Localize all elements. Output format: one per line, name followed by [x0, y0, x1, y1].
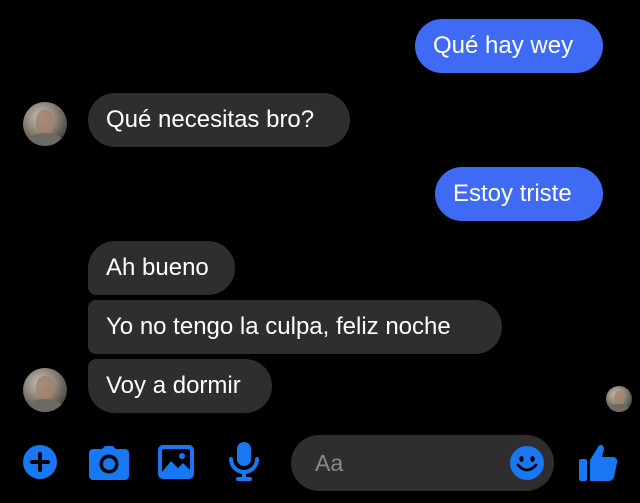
incoming-message[interactable]: Qué necesitas bro? [88, 93, 350, 147]
message-input[interactable]: Aa [291, 435, 554, 491]
thumbs-up-icon[interactable] [578, 442, 618, 482]
outgoing-message[interactable]: Qué hay wey [415, 19, 603, 73]
contact-avatar[interactable] [23, 368, 67, 412]
camera-icon[interactable] [89, 446, 129, 480]
plus-icon[interactable] [22, 444, 58, 480]
incoming-message[interactable]: Ah bueno [88, 241, 235, 295]
read-receipt-avatar [606, 386, 632, 412]
incoming-message[interactable]: Yo no tengo la culpa, feliz noche [88, 300, 502, 354]
microphone-icon[interactable] [228, 442, 260, 482]
message-input-placeholder: Aa [315, 450, 344, 476]
emoji-icon[interactable] [509, 445, 545, 481]
gallery-icon[interactable] [158, 445, 194, 479]
outgoing-message[interactable]: Estoy triste [435, 167, 603, 221]
incoming-message[interactable]: Voy a dormir [88, 359, 272, 413]
contact-avatar[interactable] [23, 102, 67, 146]
